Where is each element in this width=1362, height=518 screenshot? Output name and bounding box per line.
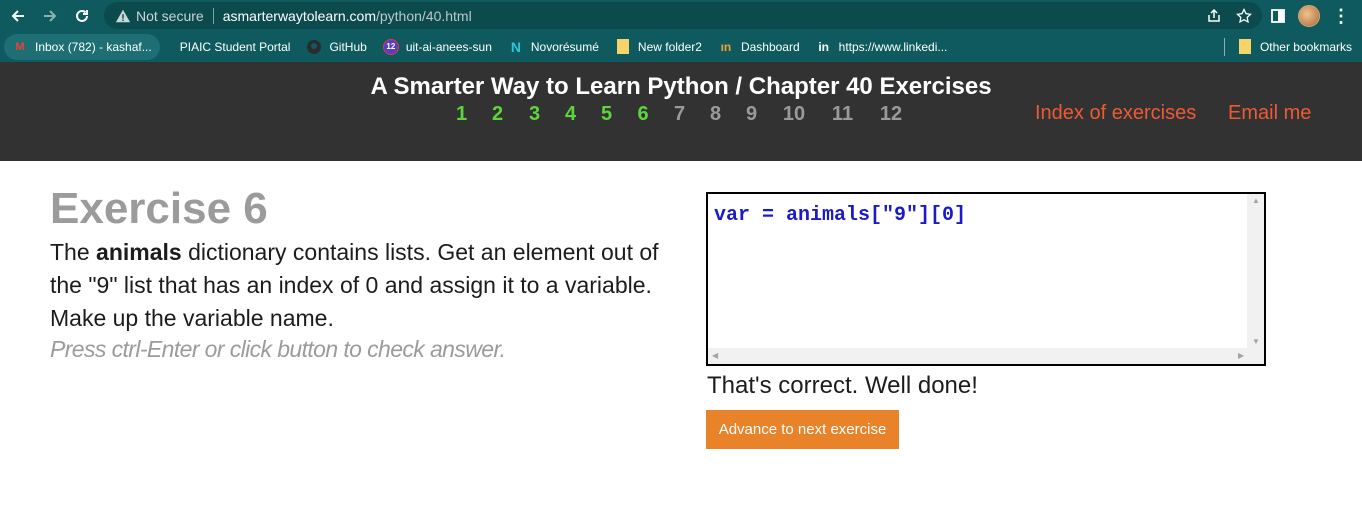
exercise-link-10[interactable]: 10 — [764, 103, 824, 126]
reload-button[interactable] — [66, 0, 98, 31]
address-bar[interactable]: Not secure asmarterwaytolearn.com/python… — [104, 2, 1262, 29]
exercise-link-7[interactable]: 7 — [667, 103, 692, 126]
exercise-link-11[interactable]: 11 — [824, 103, 861, 126]
novoresume-icon: N — [510, 38, 521, 55]
exercise-link-9[interactable]: 9 — [739, 103, 764, 126]
bookmark-github[interactable]: GitHub — [298, 34, 374, 60]
exercise-link-1[interactable]: 1 — [450, 103, 473, 126]
exercise-link-2[interactable]: 2 — [473, 103, 522, 126]
exercise-instructions: The animals dictionary contains lists. G… — [50, 236, 680, 335]
bookmark-label: Dashboard — [740, 39, 800, 54]
profile-avatar[interactable] — [1298, 4, 1320, 27]
url-host: asmarterwaytolearn.com — [222, 7, 376, 24]
share-icon[interactable] — [1206, 8, 1222, 24]
code-input[interactable] — [708, 194, 1248, 348]
scroll-left-icon[interactable]: ◀ — [712, 351, 718, 360]
scroll-down-icon[interactable]: ▼ — [1252, 337, 1260, 346]
warning-icon — [114, 7, 132, 25]
url-path: /python/40.html — [375, 7, 472, 24]
scroll-right-icon[interactable]: ▶ — [1238, 351, 1244, 360]
gmail-icon: M — [15, 40, 25, 53]
star-icon[interactable] — [1236, 7, 1252, 24]
bookmark-new-folder2[interactable]: New folder2 — [607, 34, 710, 60]
other-bookmarks-label: Other bookmarks — [1259, 39, 1352, 54]
bookmark-label: https://www.linkedi... — [838, 39, 948, 54]
toolbar-right: ⋮ — [1270, 0, 1362, 31]
badge-icon: 12 — [382, 38, 399, 55]
bookmark-label: uit-ai-anees-sun — [405, 39, 492, 54]
back-arrow-icon — [11, 9, 24, 22]
bookmark-novoresume[interactable]: N Novorésumé — [500, 34, 607, 60]
site-header: A Smarter Way to Learn Python / Chapter … — [0, 62, 1362, 161]
exercise-link-6[interactable]: 6 — [619, 103, 667, 126]
dashboard-icon: ın — [720, 39, 732, 54]
instructions-text-start: The — [50, 239, 97, 265]
scroll-up-icon[interactable]: ▲ — [1252, 196, 1260, 205]
exercise-hint: Press ctrl-Enter or click button to chec… — [50, 336, 506, 362]
forward-button[interactable] — [34, 0, 66, 31]
side-panel-icon[interactable] — [1270, 8, 1286, 24]
exercise-link-4[interactable]: 4 — [547, 103, 594, 126]
exercise-numbers: 1 2 3 4 5 6 7 8 9 10 11 12 — [450, 103, 921, 126]
exercise-link-3[interactable]: 3 — [522, 103, 547, 126]
email-me-link[interactable]: Email me — [1228, 102, 1311, 125]
index-of-exercises-link[interactable]: Index of exercises — [1035, 102, 1196, 125]
forward-arrow-icon — [44, 9, 57, 22]
linkedin-icon: in — [818, 39, 829, 54]
exercise-title: Exercise 6 — [50, 184, 268, 233]
vertical-scrollbar[interactable]: ▲ ▼ — [1247, 194, 1264, 348]
github-icon — [306, 39, 322, 55]
code-editor: ▲ ▼ ◀ ▶ — [706, 192, 1266, 366]
bookmark-piaic[interactable]: PIAIC Student Portal — [172, 34, 299, 60]
bookmark-label: Inbox (782) - kashaf... — [35, 39, 152, 54]
answer-feedback: That's correct. Well done! — [707, 372, 978, 399]
back-button[interactable] — [2, 0, 34, 31]
folder-icon — [1237, 39, 1253, 55]
bookmark-label: GitHub — [329, 39, 367, 54]
exercise-link-5[interactable]: 5 — [594, 103, 619, 126]
bookmark-linkedin[interactable]: in https://www.linkedi... — [808, 34, 956, 60]
exercise-link-12[interactable]: 12 — [861, 103, 921, 126]
other-bookmarks[interactable]: Other bookmarks — [1229, 34, 1362, 60]
bookmark-label: New folder2 — [637, 39, 702, 54]
address-actions — [1206, 2, 1252, 29]
horizontal-scrollbar[interactable]: ◀ ▶ — [708, 348, 1264, 364]
instructions-keyword: animals — [96, 239, 182, 265]
bookmark-inbox[interactable]: M Inbox (782) - kashaf... — [4, 33, 160, 60]
bookmarks-separator — [1223, 37, 1225, 56]
security-label[interactable]: Not secure — [136, 8, 204, 24]
address-separator — [212, 7, 214, 24]
page-title: A Smarter Way to Learn Python / Chapter … — [370, 73, 992, 100]
folder-icon — [615, 39, 631, 55]
reload-icon — [76, 9, 88, 22]
menu-dots-icon[interactable]: ⋮ — [1332, 7, 1350, 25]
bookmark-label: PIAIC Student Portal — [179, 39, 291, 54]
bookmark-dashboard[interactable]: ın Dashboard — [710, 34, 808, 60]
exercise-link-8[interactable]: 8 — [692, 103, 739, 126]
bookmark-label: Novorésumé — [530, 39, 599, 54]
browser-toolbar: Not secure asmarterwaytolearn.com/python… — [0, 0, 1362, 31]
advance-next-exercise-button[interactable]: Advance to next exercise — [706, 410, 899, 449]
bookmark-uit[interactable]: 12 uit-ai-anees-sun — [375, 34, 500, 60]
bookmarks-bar: M Inbox (782) - kashaf... PIAIC Student … — [0, 31, 1362, 62]
